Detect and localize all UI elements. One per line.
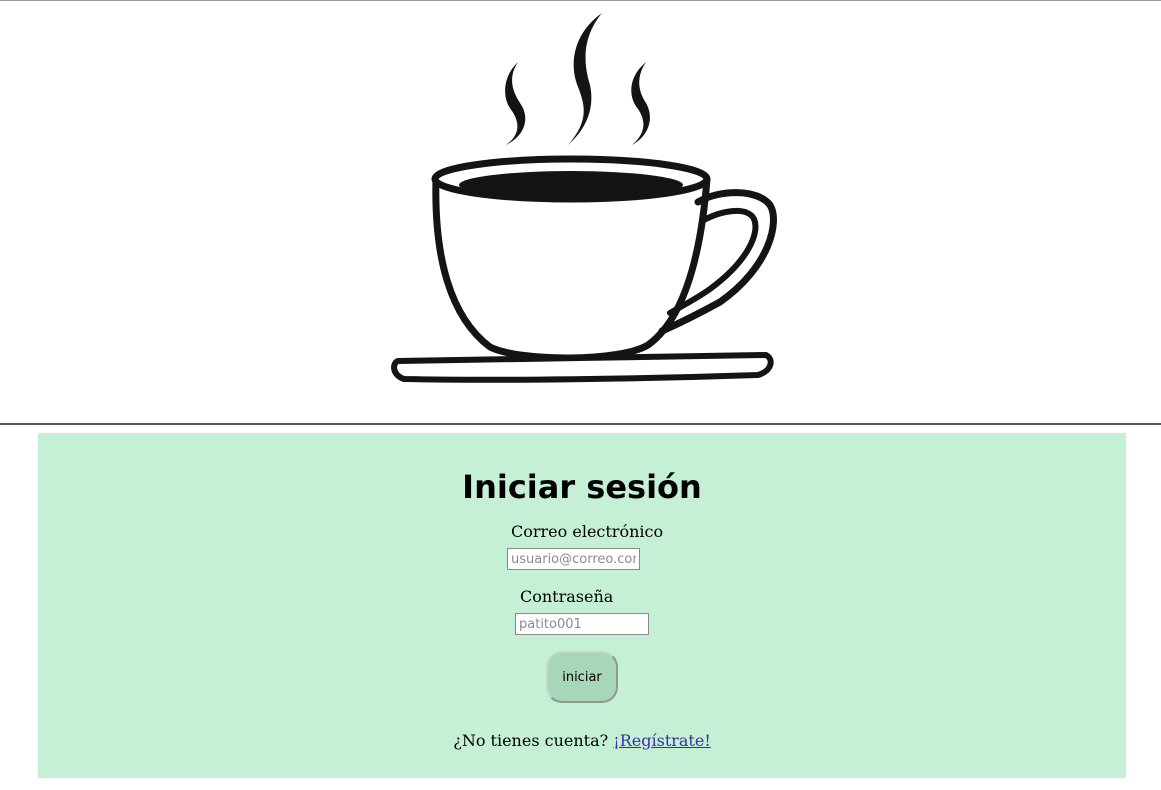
- register-link[interactable]: ¡Regístrate!: [613, 731, 710, 750]
- page-title: Iniciar sesión: [462, 468, 702, 506]
- register-prompt: ¿No tienes cuenta? ¡Regístrate!: [38, 731, 1126, 751]
- login-panel: Iniciar sesión Correo electrónico Contra…: [38, 433, 1126, 778]
- email-field[interactable]: [507, 548, 640, 570]
- no-account-text: ¿No tienes cuenta?: [453, 731, 614, 750]
- header: [0, 1, 1161, 423]
- password-field[interactable]: [515, 613, 649, 635]
- password-label: Contraseña: [520, 587, 614, 606]
- coffee-cup-icon: [391, 13, 777, 383]
- header-divider: [0, 423, 1161, 425]
- login-button[interactable]: iniciar: [546, 651, 618, 703]
- email-label: Correo electrónico: [511, 522, 664, 541]
